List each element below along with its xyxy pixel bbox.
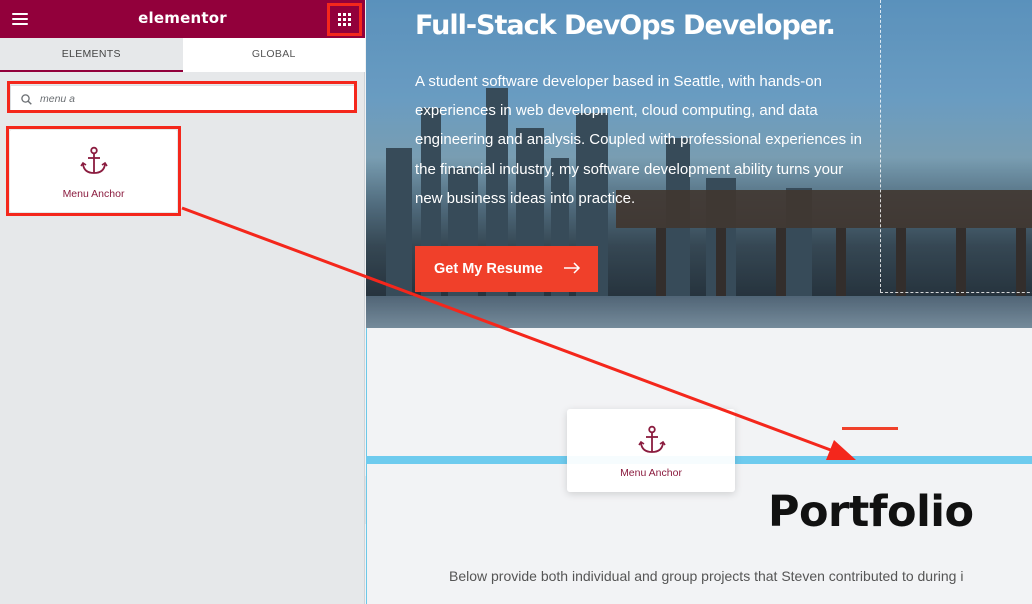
tab-elements[interactable]: ELEMENTS: [0, 38, 183, 72]
dragged-widget[interactable]: Menu Anchor: [567, 409, 735, 492]
section-description: Below provide both individual and group …: [449, 568, 964, 584]
hero-description: A student software developer based in Se…: [415, 73, 862, 207]
widget-search[interactable]: [10, 85, 355, 113]
section-border: [366, 328, 367, 604]
elementor-logo: elementor: [138, 9, 227, 27]
panel-tabs: ELEMENTS GLOBAL: [0, 38, 365, 72]
widgets-grid-button[interactable]: [330, 6, 358, 32]
heading-divider: [842, 427, 898, 430]
column-guide: [880, 292, 1032, 293]
anchor-icon: [80, 146, 108, 174]
dragged-widget-label: Menu Anchor: [620, 467, 682, 479]
editor-header: elementor: [0, 0, 365, 38]
anchor-icon: [638, 425, 666, 453]
search-icon: [21, 93, 32, 105]
section-title: Portfolio: [768, 487, 974, 537]
resume-button-label: Get My Resume: [434, 261, 543, 277]
column-guide: [880, 0, 881, 292]
search-input[interactable]: [40, 93, 320, 105]
tab-global[interactable]: GLOBAL: [183, 38, 366, 72]
hero-section: Full-Stack DevOps Developer. A student s…: [366, 0, 1032, 328]
get-resume-button[interactable]: Get My Resume: [415, 246, 598, 292]
menu-anchor-widget[interactable]: Menu Anchor: [10, 130, 177, 212]
widget-label: Menu Anchor: [62, 188, 125, 200]
editor-panel: elementor ELEMENTS GLOBAL Menu Anch: [0, 0, 365, 604]
arrow-right-icon: [564, 262, 581, 274]
hero-title: Full-Stack DevOps Developer.: [415, 10, 836, 41]
grid-icon: [337, 12, 351, 26]
